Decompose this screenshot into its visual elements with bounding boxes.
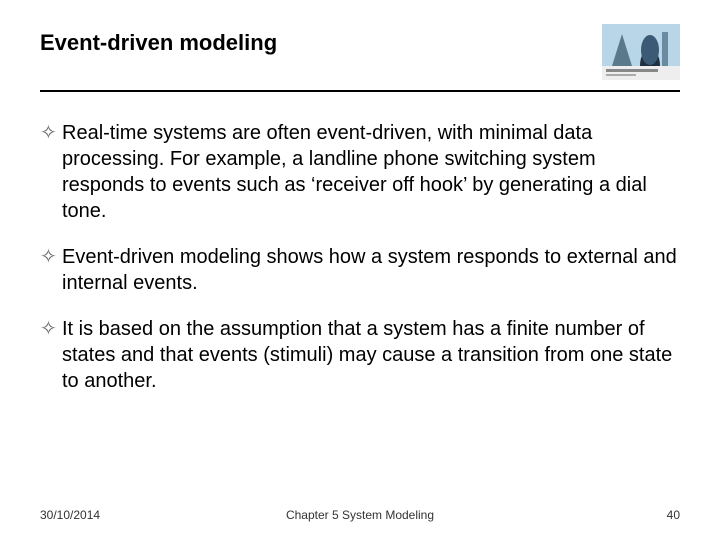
slide-title: Event-driven modeling	[40, 30, 277, 56]
bullet-text: Real-time systems are often event-driven…	[62, 120, 680, 224]
header-divider	[40, 90, 680, 92]
diamond-bullet-icon: ✧	[40, 120, 62, 146]
bullet-item: ✧ Event-driven modeling shows how a syst…	[40, 244, 680, 296]
bullet-item: ✧ It is based on the assumption that a s…	[40, 316, 680, 394]
bullet-text: Event-driven modeling shows how a system…	[62, 244, 680, 296]
slide-footer: 30/10/2014 Chapter 5 System Modeling 40	[0, 508, 720, 522]
slide-header: Event-driven modeling	[40, 30, 680, 80]
slide-body: ✧ Real-time systems are often event-driv…	[40, 120, 680, 394]
footer-chapter: Chapter 5 System Modeling	[0, 508, 720, 522]
slide: Event-driven modeling ✧ Real-time system…	[0, 0, 720, 540]
diamond-bullet-icon: ✧	[40, 244, 62, 270]
bullet-item: ✧ Real-time systems are often event-driv…	[40, 120, 680, 224]
diamond-bullet-icon: ✧	[40, 316, 62, 342]
bullet-text: It is based on the assumption that a sys…	[62, 316, 680, 394]
book-cover-thumbnail	[602, 24, 680, 80]
